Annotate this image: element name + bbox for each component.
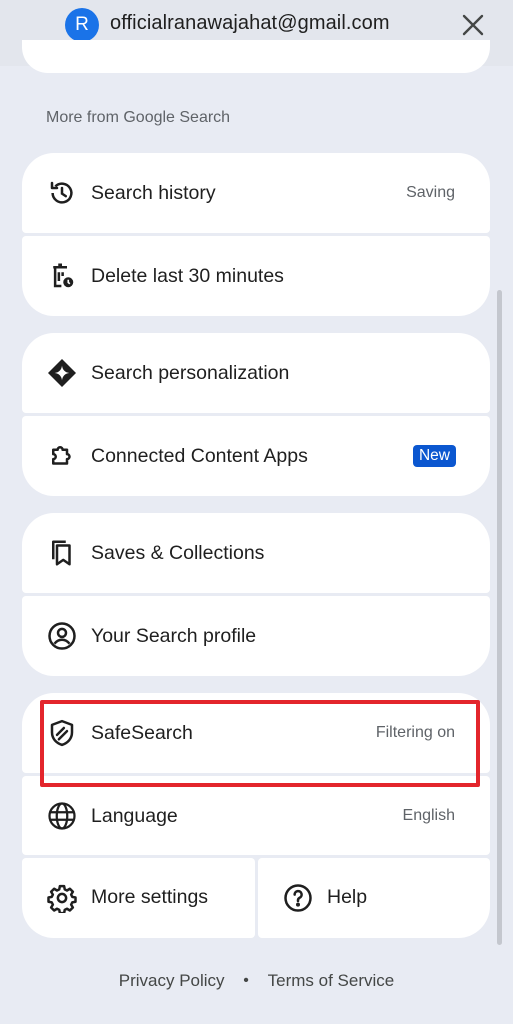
- help-button[interactable]: Help: [258, 858, 490, 938]
- privacy-policy-link[interactable]: Privacy Policy: [119, 971, 225, 991]
- close-button[interactable]: [458, 10, 488, 40]
- search-history-value: Saving: [406, 184, 455, 201]
- new-badge: New: [412, 445, 456, 467]
- account-email[interactable]: officialranawajahat@gmail.com: [110, 12, 390, 35]
- language-item[interactable]: Language English: [22, 776, 490, 855]
- close-icon: [462, 14, 484, 36]
- shield-icon: [46, 717, 78, 749]
- search-profile-item[interactable]: Your Search profile: [22, 596, 490, 676]
- bookmarks-icon: [46, 537, 78, 569]
- footer-separator: •: [243, 971, 249, 989]
- footer: Privacy Policy • Terms of Service: [0, 970, 513, 991]
- terms-of-service-link[interactable]: Terms of Service: [268, 971, 395, 991]
- more-settings-label: More settings: [91, 886, 209, 908]
- delete-clock-icon: [46, 260, 78, 292]
- delete-last-item[interactable]: Delete last 30 minutes: [22, 236, 490, 316]
- puzzle-icon: [46, 440, 78, 472]
- connected-apps-label: Connected Content Apps: [91, 444, 308, 467]
- more-settings-button[interactable]: More settings: [22, 858, 255, 938]
- search-history-item[interactable]: Search history Saving: [22, 153, 490, 233]
- account-circle-icon: [46, 620, 78, 652]
- search-history-label: Search history: [91, 181, 216, 204]
- previous-card-edge: [22, 40, 490, 73]
- delete-last-label: Delete last 30 minutes: [91, 264, 284, 287]
- help-circle-icon: [282, 882, 314, 914]
- safesearch-label: SafeSearch: [91, 721, 193, 744]
- avatar[interactable]: R: [65, 8, 99, 42]
- language-value: English: [402, 807, 455, 824]
- help-label: Help: [327, 886, 368, 908]
- search-profile-label: Your Search profile: [91, 624, 257, 647]
- history-icon: [46, 177, 78, 209]
- section-label: More from Google Search: [46, 109, 231, 126]
- saves-collections-label: Saves & Collections: [91, 541, 265, 564]
- scrollbar[interactable]: [497, 290, 502, 945]
- gear-icon: [46, 882, 78, 914]
- saves-collections-item[interactable]: Saves & Collections: [22, 513, 490, 593]
- diamond-sparkle-icon: [46, 357, 78, 389]
- search-personalization-label: Search personalization: [91, 361, 290, 384]
- safesearch-value: Filtering on: [375, 724, 455, 741]
- language-label: Language: [91, 804, 178, 827]
- search-personalization-item[interactable]: Search personalization: [22, 333, 490, 413]
- safesearch-item[interactable]: SafeSearch Filtering on: [22, 693, 490, 773]
- globe-icon: [46, 800, 78, 832]
- connected-apps-item[interactable]: Connected Content Apps New: [22, 416, 490, 496]
